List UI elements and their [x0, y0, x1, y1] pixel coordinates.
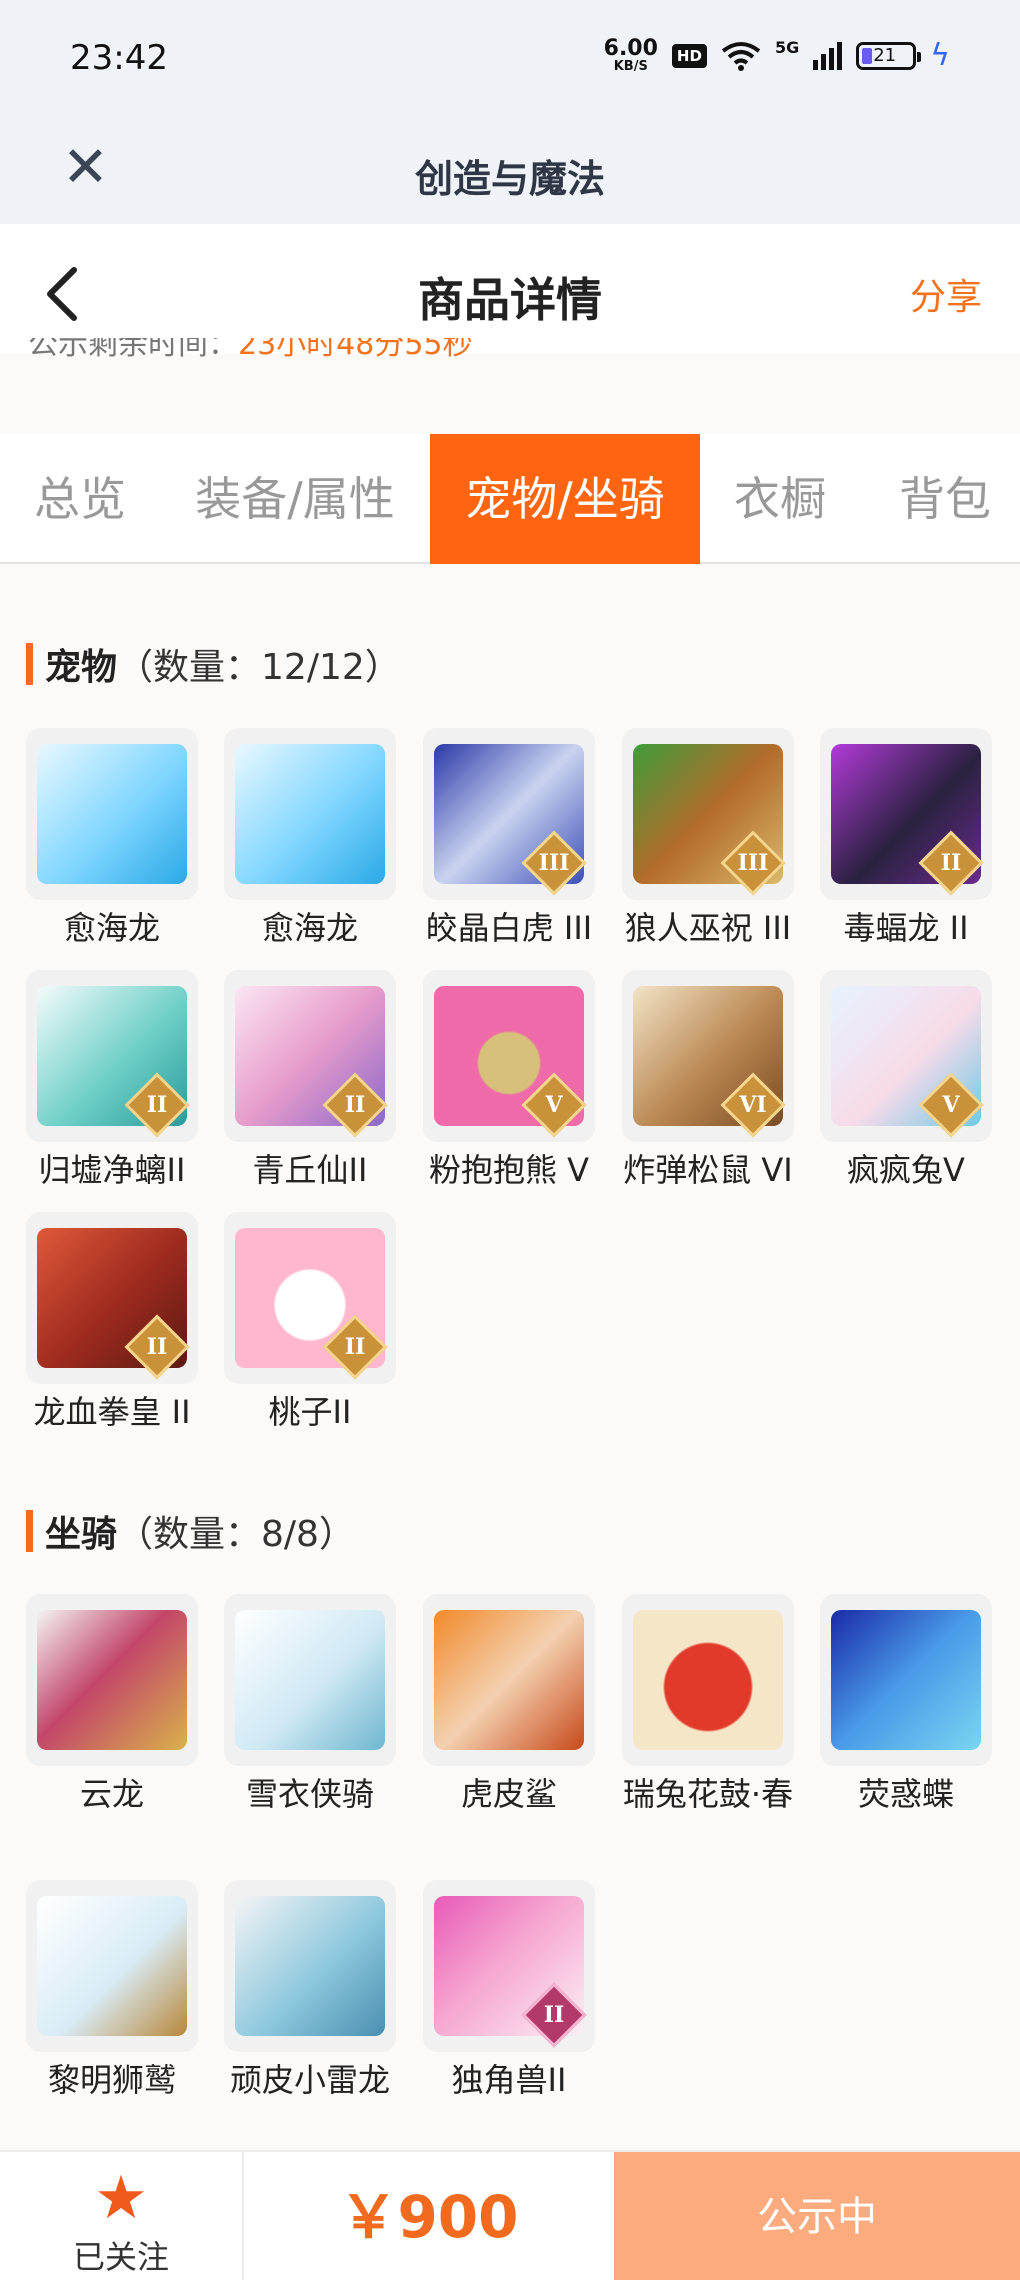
follow-button[interactable]: ★ 已关注 — [0, 2152, 244, 2280]
pet-name: 炸弹松鼠 VI — [623, 1151, 793, 1189]
net-speed-value: 6.00 — [603, 36, 658, 61]
tab-equipment[interactable]: 装备/属性 — [175, 434, 415, 564]
pet-item[interactable]: V 粉抱抱熊 V — [421, 970, 597, 1192]
mount-item[interactable]: 虎皮鲨 — [421, 1594, 597, 1816]
remaining-time-label: 公示剩余时间： — [28, 338, 238, 360]
tab-backpack[interactable]: 背包 — [870, 434, 1020, 564]
pet-item[interactable]: 愈海龙 — [222, 728, 398, 950]
section-accent-bar — [26, 643, 33, 685]
network-type: 5G — [774, 38, 800, 57]
pets-title: 宠物 — [45, 647, 118, 688]
mount-image — [831, 1610, 981, 1750]
pet-name: 愈海龙 — [261, 909, 358, 947]
pet-name: 桃子II — [268, 1393, 352, 1431]
tab-overview[interactable]: 总览 — [0, 434, 160, 564]
pet-name: 粉抱抱熊 V — [428, 1151, 590, 1189]
wifi-icon — [721, 41, 761, 71]
status-icons: 6.00 KB/S HD 5G 21 ϟ — [603, 36, 950, 74]
mount-image — [434, 1610, 584, 1750]
charging-icon: ϟ — [930, 38, 950, 73]
mount-item[interactable]: 黎明狮鹫 — [24, 1880, 200, 2102]
pet-item[interactable]: II 毒蝠龙 II — [818, 728, 994, 950]
mount-name: 顽皮小雷龙 — [229, 2061, 390, 2099]
signal-icon — [813, 41, 843, 70]
app-title-bar: ✕ 创造与魔法 — [0, 118, 1020, 224]
pet-name: 疯疯兔V — [847, 1151, 965, 1189]
page-title: 商品详情 — [418, 273, 602, 327]
mount-name: 黎明狮鹫 — [47, 2061, 176, 2099]
battery-level: 21 — [873, 45, 897, 66]
mount-name: 荧惑蝶 — [857, 1775, 954, 1813]
mount-name: 独角兽II — [451, 2061, 567, 2099]
mount-name: 云龙 — [79, 1775, 144, 1813]
pets-section-header: 宠物 （数量：12/12） — [26, 638, 401, 690]
pet-item[interactable]: III 狼人巫祝 III — [620, 728, 796, 950]
share-button[interactable]: 分享 — [910, 268, 982, 320]
pet-name: 龙血拳皇 II — [33, 1393, 191, 1431]
mount-item[interactable]: 雪衣侠骑 — [222, 1594, 398, 1816]
page-nav-bar: 商品详情 分享 公示剩余时间：23小时48分55秒 — [0, 224, 1020, 360]
pet-item[interactable]: II 青丘仙II — [222, 970, 398, 1192]
follow-label: 已关注 — [72, 2238, 169, 2276]
mount-item[interactable]: 顽皮小雷龙 — [222, 1880, 398, 2102]
pet-item[interactable]: II 归墟净螭II — [24, 970, 200, 1192]
tab-wardrobe[interactable]: 衣橱 — [700, 434, 860, 564]
pet-image — [235, 744, 385, 884]
pet-item[interactable]: II 桃子II — [222, 1212, 398, 1434]
remaining-time-value: 23小时48分55秒 — [238, 338, 473, 360]
mount-image — [633, 1610, 783, 1750]
mount-item[interactable]: II 独角兽II — [421, 1880, 597, 2102]
app-title: 创造与魔法 — [414, 157, 605, 201]
pet-name: 狼人巫祝 III — [624, 909, 792, 947]
tab-pets-mounts[interactable]: 宠物/坐骑 — [430, 434, 700, 564]
remaining-time: 公示剩余时间：23小时48分55秒 — [28, 338, 473, 360]
section-accent-bar — [26, 1510, 33, 1552]
pets-count: （数量：12/12） — [117, 647, 401, 688]
mount-name: 雪衣侠骑 — [245, 1775, 374, 1813]
mount-item[interactable]: 云龙 — [24, 1594, 200, 1816]
hd-icon: HD — [671, 43, 707, 68]
pet-item[interactable]: III 皎晶白虎 III — [421, 728, 597, 950]
mount-image — [235, 1610, 385, 1750]
bottom-bar: ★ 已关注 ￥900 公示中 — [0, 2150, 1020, 2280]
status-time: 23:42 — [70, 38, 168, 78]
mount-name: 虎皮鲨 — [460, 1775, 557, 1813]
mount-image — [37, 1610, 187, 1750]
star-icon: ★ — [94, 2163, 148, 2233]
mount-image — [37, 1896, 187, 2036]
net-speed-unit: KB/S — [613, 59, 648, 74]
public-status-button[interactable]: 公示中 — [614, 2152, 1020, 2280]
tab-bar: 总览 装备/属性 宠物/坐骑 衣橱 背包 — [0, 434, 1020, 564]
status-bar: 23:42 6.00 KB/S HD 5G 21 ϟ — [0, 0, 1020, 118]
pet-item[interactable]: 愈海龙 — [24, 728, 200, 950]
mounts-section-header: 坐骑 （数量：8/8） — [26, 1505, 355, 1557]
mount-name: 瑞兔花鼓·春 — [622, 1775, 794, 1813]
pet-image — [37, 744, 187, 884]
pet-name: 青丘仙II — [252, 1151, 368, 1189]
mount-item[interactable]: 荧惑蝶 — [818, 1594, 994, 1816]
pet-name: 毒蝠龙 II — [843, 909, 969, 947]
price: ￥900 — [339, 2183, 519, 2251]
pet-item[interactable]: VI 炸弹松鼠 VI — [620, 970, 796, 1192]
pet-item[interactable]: II 龙血拳皇 II — [24, 1212, 200, 1434]
mount-image — [235, 1896, 385, 2036]
mounts-count: （数量：8/8） — [117, 1514, 355, 1555]
pet-name: 皎晶白虎 III — [425, 909, 593, 947]
net-speed: 6.00 KB/S — [603, 36, 658, 74]
pet-item[interactable]: V 疯疯兔V — [818, 970, 994, 1192]
mounts-title: 坐骑 — [45, 1514, 118, 1555]
battery-icon: 21 — [856, 41, 922, 70]
mount-item[interactable]: 瑞兔花鼓·春 — [620, 1594, 796, 1816]
pet-name: 归墟净螭II — [38, 1151, 186, 1189]
pet-name: 愈海龙 — [63, 909, 160, 947]
